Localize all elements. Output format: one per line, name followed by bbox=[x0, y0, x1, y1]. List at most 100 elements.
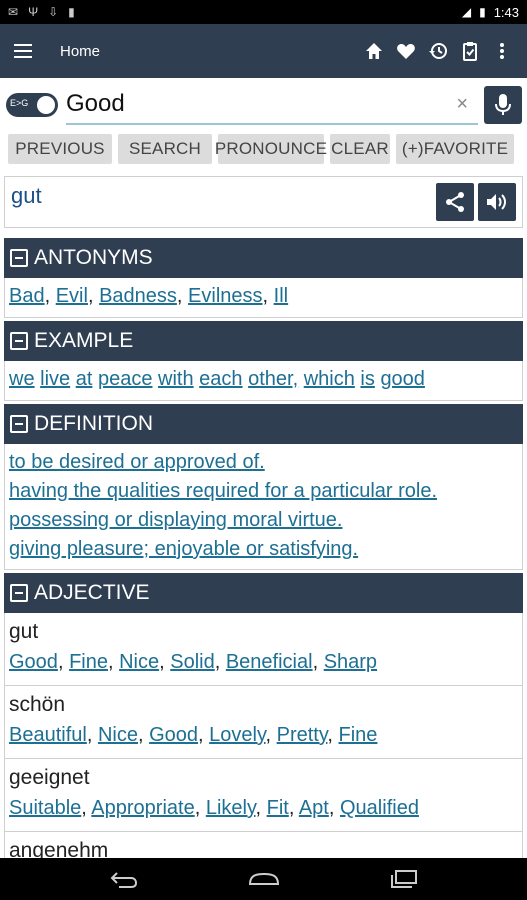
antonyms-title: ANTONYMS bbox=[34, 246, 153, 269]
antonyms-header[interactable]: ANTONYMS bbox=[4, 238, 523, 278]
mic-button[interactable] bbox=[484, 86, 522, 124]
home-nav-button[interactable] bbox=[244, 864, 284, 894]
mic-icon bbox=[495, 94, 511, 115]
antonym-link[interactable]: Evil bbox=[56, 285, 88, 307]
example-word[interactable]: live bbox=[40, 368, 70, 390]
synonym-link[interactable]: Sharp bbox=[324, 651, 377, 673]
heart-icon[interactable] bbox=[395, 40, 417, 62]
synonym-link[interactable]: Good bbox=[9, 651, 58, 673]
more-vert-icon[interactable] bbox=[491, 40, 513, 62]
pronounce-button[interactable]: PRONOUNCE bbox=[215, 134, 327, 164]
clipboard-icon[interactable] bbox=[459, 40, 481, 62]
speaker-button[interactable] bbox=[478, 183, 516, 221]
menu-icon[interactable] bbox=[14, 36, 44, 66]
adjective-entry: geeignet Suitable, Appropriate, Likely, … bbox=[4, 759, 523, 832]
share-button[interactable] bbox=[436, 183, 474, 221]
translated-word: gut bbox=[11, 183, 42, 208]
notification-icon: ✉ bbox=[8, 5, 19, 19]
speaker-icon bbox=[487, 194, 506, 210]
synonym-link[interactable]: Beautiful bbox=[9, 724, 87, 746]
download-icon: ⇩ bbox=[48, 5, 59, 19]
adjective-entry: gut Good, Fine, Nice, Solid, Beneficial,… bbox=[4, 613, 523, 686]
adjective-header[interactable]: ADJECTIVE bbox=[4, 573, 523, 613]
home-icon[interactable] bbox=[363, 40, 385, 62]
status-bar: ✉ Ψ ⇩ ▮ ◢ ▮ 1:43 bbox=[0, 0, 527, 24]
synonym-link[interactable]: Suitable bbox=[9, 797, 81, 819]
previous-button[interactable]: PREVIOUS bbox=[8, 134, 112, 164]
synonym-link[interactable]: Nice bbox=[98, 724, 138, 746]
antonym-link[interactable]: Evilness bbox=[188, 285, 262, 307]
definition-line[interactable]: to be desired or approved of. bbox=[9, 448, 518, 477]
example-word[interactable]: with bbox=[158, 368, 194, 390]
app-title: Home bbox=[60, 42, 101, 60]
example-word[interactable]: at bbox=[76, 368, 93, 390]
sd-icon: ▮ bbox=[68, 5, 75, 19]
example-word[interactable]: peace bbox=[98, 368, 153, 390]
favorite-button[interactable]: (+)FAVORITE bbox=[396, 134, 514, 164]
clear-button[interactable]: CLEAR bbox=[330, 134, 390, 164]
synonym-link[interactable]: Solid bbox=[170, 651, 214, 673]
clock: 1:43 bbox=[493, 4, 519, 20]
adjective-word[interactable]: gut bbox=[9, 617, 518, 647]
synonym-link[interactable]: Lovely bbox=[209, 724, 265, 746]
app-bar: Home bbox=[0, 24, 527, 78]
synonym-link[interactable]: Fit bbox=[267, 797, 289, 819]
antonym-link[interactable]: Ill bbox=[274, 285, 288, 307]
status-system: ◢ ▮ 1:43 bbox=[462, 5, 519, 20]
search-input[interactable] bbox=[66, 86, 436, 122]
example-body: we live at peace with each other, which … bbox=[4, 361, 523, 401]
recents-icon bbox=[390, 870, 417, 888]
history-icon[interactable] bbox=[427, 40, 449, 62]
example-word[interactable]: which bbox=[304, 368, 355, 390]
synonym-link[interactable]: Appropriate bbox=[91, 797, 194, 819]
synonym-link[interactable]: Fine bbox=[339, 724, 378, 746]
language-toggle-label: E>G bbox=[10, 98, 29, 108]
definition-line[interactable]: having the qualities required for a part… bbox=[9, 477, 518, 506]
synonym-link[interactable]: Qualified bbox=[340, 797, 419, 819]
language-toggle[interactable]: E>G bbox=[6, 93, 58, 117]
definition-header[interactable]: DEFINITION bbox=[4, 404, 523, 444]
collapse-icon bbox=[10, 332, 28, 350]
example-header[interactable]: EXAMPLE bbox=[4, 321, 523, 361]
adjective-word[interactable]: angenehm bbox=[9, 836, 518, 858]
collapse-icon bbox=[10, 415, 28, 433]
synonym-link[interactable]: Beneficial bbox=[226, 651, 313, 673]
synonym-link[interactable]: Pretty bbox=[277, 724, 328, 746]
toggle-knob bbox=[37, 96, 55, 114]
battery-icon: ▮ bbox=[479, 5, 486, 19]
synonym-link[interactable]: Apt bbox=[299, 797, 329, 819]
share-icon bbox=[446, 192, 464, 212]
adjective-title: ADJECTIVE bbox=[34, 581, 150, 604]
search-button[interactable]: SEARCH bbox=[118, 134, 212, 164]
recents-button[interactable] bbox=[384, 864, 424, 894]
synonym-link[interactable]: Nice bbox=[119, 651, 159, 673]
synonym-link[interactable]: Likely bbox=[206, 797, 256, 819]
example-word[interactable]: good bbox=[380, 368, 425, 390]
clear-input-icon[interactable]: × bbox=[456, 93, 468, 116]
back-button[interactable] bbox=[104, 864, 144, 894]
signal-icon: ◢ bbox=[461, 5, 472, 19]
back-icon bbox=[110, 872, 137, 888]
definition-line[interactable]: giving pleasure; enjoyable or satisfying… bbox=[9, 535, 518, 564]
synonym-link[interactable]: Fine bbox=[69, 651, 108, 673]
example-word[interactable]: is bbox=[360, 368, 374, 390]
antonym-link[interactable]: Badness bbox=[99, 285, 177, 307]
home-nav-icon bbox=[248, 872, 279, 885]
synonym-link[interactable]: Good bbox=[149, 724, 198, 746]
collapse-icon bbox=[10, 584, 28, 602]
system-nav-bar bbox=[0, 858, 527, 900]
adjective-entry: schön Beautiful, Nice, Good, Lovely, Pre… bbox=[4, 686, 523, 759]
antonym-link[interactable]: Bad bbox=[9, 285, 45, 307]
adjective-word[interactable]: geeignet bbox=[9, 763, 518, 793]
adjective-word[interactable]: schön bbox=[9, 690, 518, 720]
search-row: E>G × bbox=[4, 84, 523, 126]
translation-result: gut bbox=[4, 176, 523, 228]
status-notifications: ✉ Ψ ⇩ ▮ bbox=[8, 5, 75, 19]
example-word[interactable]: we bbox=[9, 368, 35, 390]
adjective-entry: angenehm bbox=[4, 832, 523, 858]
action-buttons: PREVIOUS SEARCH PRONOUNCE CLEAR (+)FAVOR… bbox=[8, 134, 519, 164]
definition-line[interactable]: possessing or displaying moral virtue. bbox=[9, 506, 518, 535]
definition-body: to be desired or approved of. having the… bbox=[4, 444, 523, 570]
example-word[interactable]: other, bbox=[248, 368, 298, 390]
example-word[interactable]: each bbox=[199, 368, 242, 390]
